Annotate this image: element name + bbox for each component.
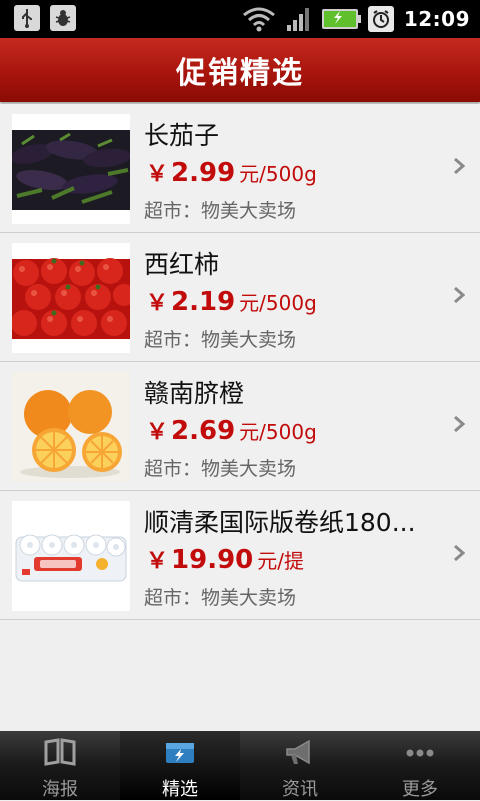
tissue-roll-image xyxy=(12,501,130,611)
tab-label: 资讯 xyxy=(282,779,318,800)
bottom-nav: 海报 精选 资讯 更多 xyxy=(0,731,480,800)
eggplant-image xyxy=(12,114,130,224)
product-price: ￥ 19.90 元/提 xyxy=(146,543,304,575)
wifi-icon xyxy=(242,7,275,32)
product-price: ￥ 2.19 元/500g xyxy=(146,285,317,317)
currency-symbol: ￥ xyxy=(146,162,169,187)
tab-label: 海报 xyxy=(42,779,78,800)
signal-icon xyxy=(286,8,309,31)
tab-label: 更多 xyxy=(402,779,438,800)
featured-icon xyxy=(166,743,194,763)
alarm-clock-icon xyxy=(367,6,394,32)
tab-label: 精选 xyxy=(162,779,198,800)
store-name: 超市：物美大卖场 xyxy=(144,458,297,480)
price-value: 2.99 xyxy=(171,158,236,188)
price-unit: 元/500g xyxy=(239,162,317,186)
more-dots-icon xyxy=(406,749,434,757)
tab-news[interactable]: 资讯 xyxy=(240,731,360,800)
list-item[interactable]: 西红柿 ￥ 2.19 元/500g 超市：物美大卖场 xyxy=(0,233,480,362)
list-item[interactable]: 赣南脐橙 ￥ 2.69 元/500g 超市：物美大卖场 xyxy=(0,362,480,491)
store-name: 超市：物美大卖场 xyxy=(144,329,297,351)
currency-symbol: ￥ xyxy=(146,420,169,445)
tomato-image xyxy=(12,243,130,353)
battery-charging-icon xyxy=(321,9,361,29)
product-name: 西红柿 xyxy=(144,250,220,279)
chevron-right-icon xyxy=(454,286,466,304)
list-item[interactable]: 顺清柔国际版卷纸180... ￥ 19.90 元/提 超市：物美大卖场 xyxy=(0,491,480,620)
store-name: 超市：物美大卖场 xyxy=(144,200,297,222)
chevron-right-icon xyxy=(454,415,466,433)
currency-symbol: ￥ xyxy=(146,291,169,316)
megaphone-icon xyxy=(286,739,310,765)
price-value: 19.90 xyxy=(171,545,254,575)
debug-bug-icon xyxy=(50,5,76,31)
chevron-right-icon xyxy=(454,544,466,562)
price-value: 2.19 xyxy=(171,287,236,317)
product-name: 赣南脐橙 xyxy=(144,379,245,408)
usb-icon xyxy=(14,5,40,31)
product-name: 顺清柔国际版卷纸180... xyxy=(144,508,416,537)
price-unit: 元/500g xyxy=(239,420,317,444)
status-time: 12:09 xyxy=(403,7,470,31)
currency-symbol: ￥ xyxy=(146,549,169,574)
product-price: ￥ 2.69 元/500g xyxy=(146,414,317,446)
status-bar: 12:09 xyxy=(0,0,480,38)
tab-featured[interactable]: 精选 xyxy=(120,731,240,800)
list-item[interactable]: 长茄子 ￥ 2.99 元/500g 超市：物美大卖场 xyxy=(0,104,480,233)
store-name: 超市：物美大卖场 xyxy=(144,587,297,609)
book-icon xyxy=(44,738,76,766)
tab-poster[interactable]: 海报 xyxy=(0,731,120,800)
price-unit: 元/提 xyxy=(257,549,305,573)
title-bar: 促销精选 xyxy=(0,38,480,102)
page-title: 促销精选 xyxy=(176,56,304,91)
chevron-right-icon xyxy=(454,157,466,175)
price-unit: 元/500g xyxy=(239,291,317,315)
price-value: 2.69 xyxy=(171,416,236,446)
tab-more[interactable]: 更多 xyxy=(360,731,480,800)
product-name: 长茄子 xyxy=(144,121,220,150)
promotion-list: 长茄子 ￥ 2.99 元/500g 超市：物美大卖场 西红柿 ￥ 2.19 元/… xyxy=(0,104,480,620)
product-price: ￥ 2.99 元/500g xyxy=(146,156,317,188)
orange-image xyxy=(12,372,130,482)
